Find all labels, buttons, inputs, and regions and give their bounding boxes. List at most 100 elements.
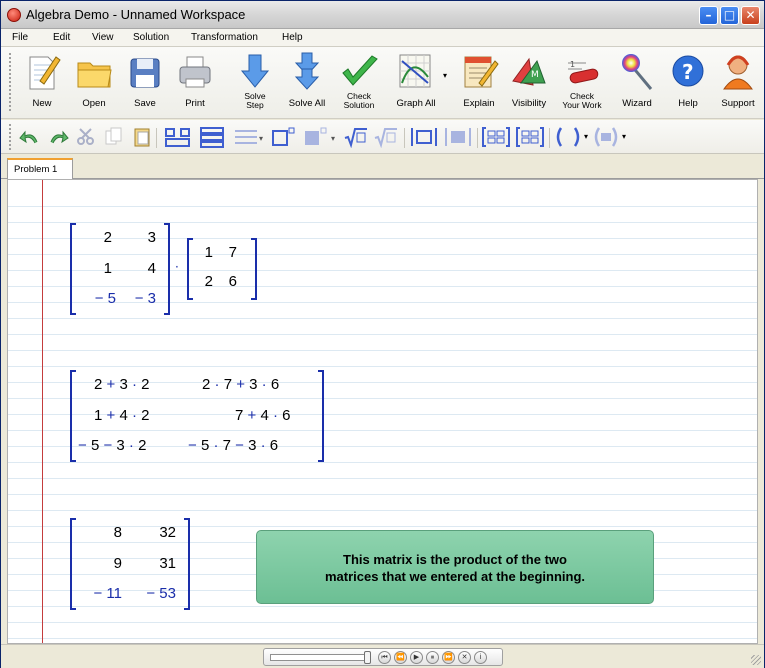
double-arrow-down-icon xyxy=(294,52,320,90)
delete-row-icon[interactable]: ▾ xyxy=(231,126,265,148)
play-icon[interactable]: ▶ xyxy=(410,651,423,664)
matrix-cell[interactable]: 1 xyxy=(84,260,112,277)
matrix-cell[interactable]: 9 xyxy=(84,555,122,572)
matrix-fill-icon[interactable]: ▾ xyxy=(301,126,341,148)
print-button[interactable]: Print xyxy=(173,49,217,115)
matrix-cell[interactable]: 1 xyxy=(197,244,213,261)
parentheses-fill-icon[interactable] xyxy=(591,126,621,148)
paste-icon[interactable] xyxy=(131,126,153,148)
matrix-cell[interactable]: 2 xyxy=(84,229,112,246)
menu-edit[interactable]: Edit xyxy=(53,32,70,43)
menu-transformation[interactable]: Transformation xyxy=(191,32,258,43)
matrix-brackets-icon[interactable] xyxy=(481,126,511,148)
matrix-cell[interactable]: 6 xyxy=(219,273,237,290)
tab-bar: Problem 1 xyxy=(1,154,764,180)
separator xyxy=(404,128,405,148)
save-button[interactable]: Save xyxy=(123,49,167,115)
fast-forward-icon[interactable]: ⏩ xyxy=(442,651,455,664)
rewind-icon[interactable]: ⏪ xyxy=(394,651,407,664)
visibility-fan-icon: M xyxy=(512,57,546,86)
matrix-frame-icon[interactable] xyxy=(269,126,299,148)
question-mark-icon: ? xyxy=(672,55,704,87)
workspace-page[interactable]: 2 3 1 4 − 5 − 3 · 1 7 2 6 2 + 3 · 2 2 · … xyxy=(7,179,758,644)
expr-cell[interactable]: 7 + 4 · 6 xyxy=(235,407,290,424)
menu-view[interactable]: View xyxy=(92,32,114,43)
check-your-work-button[interactable]: 1 Check Your Work xyxy=(558,49,606,115)
separator xyxy=(549,128,550,148)
left-bracket xyxy=(187,238,193,300)
parentheses-icon[interactable] xyxy=(553,126,583,148)
solve-all-button[interactable]: Solve All xyxy=(282,49,332,115)
matrix-cell[interactable]: 7 xyxy=(219,244,237,261)
menu-solution[interactable]: Solution xyxy=(133,32,169,43)
matrix-a[interactable]: 2 3 1 4 − 5 − 3 xyxy=(70,223,170,315)
undo-icon[interactable] xyxy=(19,126,41,148)
matrix-cell[interactable]: 2 xyxy=(197,273,213,290)
menu-help[interactable]: Help xyxy=(282,32,303,43)
new-button[interactable]: New xyxy=(21,49,63,115)
explanation-tooltip: This matrix is the product of the two ma… xyxy=(256,530,654,604)
pause-icon[interactable]: ⏸ xyxy=(426,651,439,664)
stop-icon[interactable]: ✕ xyxy=(458,651,471,664)
norm-icon[interactable] xyxy=(443,126,473,148)
format-toolbar-grip[interactable] xyxy=(9,124,13,150)
resize-grip-icon[interactable] xyxy=(751,655,761,665)
matrix-cell[interactable]: 32 xyxy=(136,524,176,541)
support-headset-icon xyxy=(723,55,753,90)
maximize-button[interactable]: □ xyxy=(720,6,739,25)
matrix-cell[interactable]: 31 xyxy=(136,555,176,572)
folder-icon xyxy=(77,62,112,88)
matrix-cell[interactable]: − 11 xyxy=(76,585,123,602)
info-icon[interactable]: i xyxy=(474,651,487,664)
expr-cell[interactable]: 2 · 7 + 3 · 6 xyxy=(202,376,279,393)
parentheses-fill-dropdown-icon[interactable]: ▾ xyxy=(622,132,626,141)
playback-slider-thumb[interactable] xyxy=(364,651,371,664)
window-title: Algebra Demo - Unnamed Workspace xyxy=(26,7,246,22)
matrix-expanded[interactable]: 2 + 3 · 2 2 · 7 + 3 · 6 1 + 4 · 2 7 + 4 … xyxy=(70,370,324,462)
matrix-cell[interactable]: − 5 xyxy=(76,290,116,307)
expr-cell[interactable]: − 5 − 3 · 2 xyxy=(78,437,146,454)
matrix-cell[interactable]: − 3 xyxy=(122,290,156,307)
matrix-b[interactable]: 1 7 2 6 xyxy=(187,238,257,300)
support-button[interactable]: Support xyxy=(714,49,762,115)
skip-start-icon[interactable]: ⏮ xyxy=(378,651,391,664)
insert-column-icon[interactable] xyxy=(163,126,193,148)
help-button[interactable]: ? Help xyxy=(666,49,710,115)
explain-button[interactable]: Explain xyxy=(457,49,501,115)
absolute-value-icon[interactable] xyxy=(409,126,439,148)
parentheses-dropdown-icon[interactable]: ▾ xyxy=(584,132,588,141)
cut-icon[interactable] xyxy=(75,126,97,148)
graph-all-button[interactable]: Graph All ▾ xyxy=(391,49,447,115)
right-bracket xyxy=(184,518,190,610)
matrix-cell[interactable]: 8 xyxy=(84,524,122,541)
nth-root-icon[interactable] xyxy=(373,126,399,148)
graph-dropdown-icon[interactable]: ▾ xyxy=(443,71,447,80)
expr-cell[interactable]: 2 + 3 · 2 xyxy=(94,376,149,393)
matrix-cell[interactable]: − 53 xyxy=(128,585,176,602)
playback-slider[interactable] xyxy=(270,654,366,661)
open-button[interactable]: Open xyxy=(71,49,117,115)
matrix-result[interactable]: 8 32 9 31 − 11 − 53 xyxy=(70,518,190,610)
svg-text:▾: ▾ xyxy=(331,134,335,143)
visibility-button[interactable]: M Visibility xyxy=(506,49,552,115)
expr-cell[interactable]: − 5 · 7 − 3 · 6 xyxy=(188,437,278,454)
matrix-cell[interactable]: 3 xyxy=(126,229,156,246)
redo-icon[interactable] xyxy=(47,126,69,148)
tab-problem-1[interactable]: Problem 1 xyxy=(7,158,73,180)
insert-row-icon[interactable] xyxy=(197,126,227,148)
matrix-cell[interactable]: 4 xyxy=(126,260,156,277)
printer-icon xyxy=(179,56,211,88)
wizard-button[interactable]: Wizard xyxy=(615,49,659,115)
copy-icon[interactable] xyxy=(103,126,125,148)
arrow-down-icon xyxy=(240,54,270,88)
check-solution-button[interactable]: Check Solution xyxy=(337,49,381,115)
close-button[interactable]: ✕ xyxy=(741,6,760,25)
square-root-icon[interactable] xyxy=(343,126,369,148)
title-bar[interactable]: Algebra Demo - Unnamed Workspace – □ ✕ xyxy=(1,1,764,29)
menu-file[interactable]: File xyxy=(12,32,28,43)
expr-cell[interactable]: 1 + 4 · 2 xyxy=(94,407,149,424)
matrix-brackets-alt-icon[interactable] xyxy=(515,126,545,148)
solve-step-button[interactable]: Solve Step xyxy=(233,49,277,115)
toolbar-grip[interactable] xyxy=(9,53,13,111)
minimize-button[interactable]: – xyxy=(699,6,718,25)
